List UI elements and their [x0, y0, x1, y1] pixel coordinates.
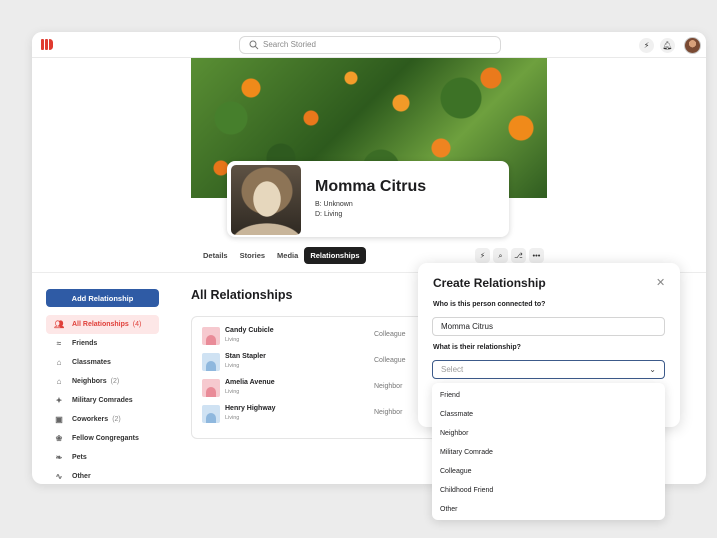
tab-relationships[interactable]: Relationships — [304, 246, 366, 264]
connected-person-value: Momma Citrus — [441, 322, 494, 331]
sidebar-item-coworkers[interactable]: ▣ Coworkers (2) — [46, 410, 159, 429]
person-status: Living — [225, 389, 240, 395]
group-icon: ∿ — [55, 472, 63, 481]
option-childhood-friend[interactable]: Childhood Friend — [440, 487, 493, 494]
connected-person-field[interactable]: Momma Citrus — [432, 317, 665, 336]
relationship-select[interactable]: Select ⌄ — [432, 360, 665, 379]
bell-icon[interactable]: 🔔︎ — [660, 38, 675, 53]
top-bar: Search Storied ⚡︎ 🔔︎ — [32, 32, 706, 58]
person-placeholder-icon — [202, 327, 220, 345]
death-info: D: Living — [315, 211, 343, 218]
option-military-comrade[interactable]: Military Comrade — [440, 449, 493, 456]
relationship-type: Neighbor — [374, 409, 403, 416]
sidebar-item-all-relationships[interactable]: 👥︎ All Relationships (4) — [46, 315, 159, 334]
relationship-type: Colleague — [374, 357, 406, 364]
sidebar-item-friends[interactable]: ≈ Friends — [46, 334, 159, 353]
praying-hands-icon: ❀ — [55, 434, 63, 443]
sidebar-item-count: (2) — [112, 416, 121, 423]
list-item[interactable]: Stan Stapler Living Colleague — [202, 353, 447, 373]
person-name: Amelia Avenue — [225, 379, 275, 386]
search-placeholder: Search Storied — [263, 40, 316, 49]
search-icon[interactable]: ⌕ — [493, 248, 508, 263]
person-status: Living — [225, 415, 240, 421]
relationship-type-label: What is their relationship? — [433, 344, 521, 351]
option-friend[interactable]: Friend — [440, 392, 460, 399]
sidebar-item-label: Neighbors — [72, 378, 107, 385]
sidebar-item-label: Military Comrades — [72, 397, 133, 404]
option-other[interactable]: Other — [440, 506, 458, 513]
tab-details[interactable]: Details — [197, 247, 234, 264]
sidebar-item-military-comrades[interactable]: ✦ Military Comrades — [46, 391, 159, 410]
sidebar-item-count: (2) — [110, 378, 120, 385]
search-input[interactable]: Search Storied — [239, 36, 501, 54]
add-relationship-button[interactable]: Add Relationship — [46, 289, 159, 307]
sidebar-item-neighbors[interactable]: ⌂ Neighbors (2) — [46, 372, 159, 391]
profile-card: Momma Citrus B: Unknown D: Living — [227, 161, 509, 237]
house-icon: ⌂ — [56, 377, 62, 386]
profile-tabs: Details Stories Media Relationships — [197, 246, 366, 264]
select-placeholder: Select — [441, 365, 464, 374]
sidebar-item-fellow-congregants[interactable]: ❀ Fellow Congregants — [46, 429, 159, 448]
sidebar-item-pets[interactable]: ❧ Pets — [46, 448, 159, 467]
sidebar-item-other[interactable]: ∿ Other — [46, 467, 159, 484]
storied-logo[interactable] — [41, 39, 53, 50]
list-item[interactable]: Candy Cubicle Living Colleague — [202, 327, 447, 347]
person-placeholder-icon — [202, 353, 220, 371]
person-status: Living — [225, 363, 240, 369]
profile-name: Momma Citrus — [315, 178, 427, 195]
sidebar-item-label: All Relationships — [72, 321, 129, 328]
person-name: Henry Highway — [225, 405, 276, 412]
tab-media[interactable]: Media — [271, 247, 304, 264]
relationship-sidebar: 👥︎ All Relationships (4) ≈ Friends ⌂ Cla… — [46, 315, 159, 484]
sidebar-item-count: (4) — [132, 321, 142, 328]
list-item[interactable]: Henry Highway Living Neighbor — [202, 405, 447, 425]
section-title: All Relationships — [191, 288, 293, 302]
briefcase-icon: ▣ — [55, 415, 63, 424]
relationship-options-dropdown: Friend Classmate Neighbor Military Comra… — [432, 383, 665, 520]
sidebar-item-label: Fellow Congregants — [72, 435, 139, 442]
user-avatar[interactable] — [684, 37, 701, 54]
sidebar-item-label: Classmates — [72, 359, 111, 366]
person-status: Living — [225, 337, 240, 343]
bolt-icon[interactable]: ⚡︎ — [475, 248, 490, 263]
option-classmate[interactable]: Classmate — [440, 411, 473, 418]
option-neighbor[interactable]: Neighbor — [440, 430, 468, 437]
tree-icon[interactable]: ⎇ — [511, 248, 526, 263]
person-placeholder-icon — [202, 405, 220, 423]
paw-icon: ❧ — [55, 453, 63, 462]
person-name: Candy Cubicle — [225, 327, 274, 334]
tab-tools: ⚡︎ ⌕ ⎇ ••• — [475, 248, 544, 263]
handshake-icon: ≈ — [56, 339, 62, 348]
birth-info: B: Unknown — [315, 201, 353, 208]
search-icon — [249, 40, 259, 50]
list-item[interactable]: Amelia Avenue Living Neighbor — [202, 379, 447, 399]
more-icon[interactable]: ••• — [529, 248, 544, 263]
people-icon: 👥︎ — [54, 320, 65, 329]
bolt-icon[interactable]: ⚡︎ — [639, 38, 654, 53]
sidebar-item-label: Pets — [72, 454, 87, 461]
relationship-list: Candy Cubicle Living Colleague Stan Stap… — [191, 316, 453, 439]
tab-stories[interactable]: Stories — [234, 247, 271, 264]
sidebar-item-label: Friends — [72, 340, 98, 347]
relationship-type: Colleague — [374, 331, 406, 338]
sidebar-item-label: Coworkers — [72, 416, 109, 423]
connected-to-label: Who is this person connected to? — [433, 301, 546, 308]
close-icon[interactable]: ✕ — [656, 276, 665, 289]
person-name: Stan Stapler — [225, 353, 266, 360]
relationship-type: Neighbor — [374, 383, 403, 390]
sidebar-item-label: Other — [72, 473, 91, 480]
profile-portrait — [231, 165, 301, 235]
option-colleague[interactable]: Colleague — [440, 468, 472, 475]
modal-title: Create Relationship — [433, 276, 546, 290]
medal-icon: ✦ — [55, 396, 63, 405]
person-placeholder-icon — [202, 379, 220, 397]
chevron-down-icon: ⌄ — [649, 365, 656, 374]
school-icon: ⌂ — [56, 358, 62, 367]
sidebar-item-classmates[interactable]: ⌂ Classmates — [46, 353, 159, 372]
